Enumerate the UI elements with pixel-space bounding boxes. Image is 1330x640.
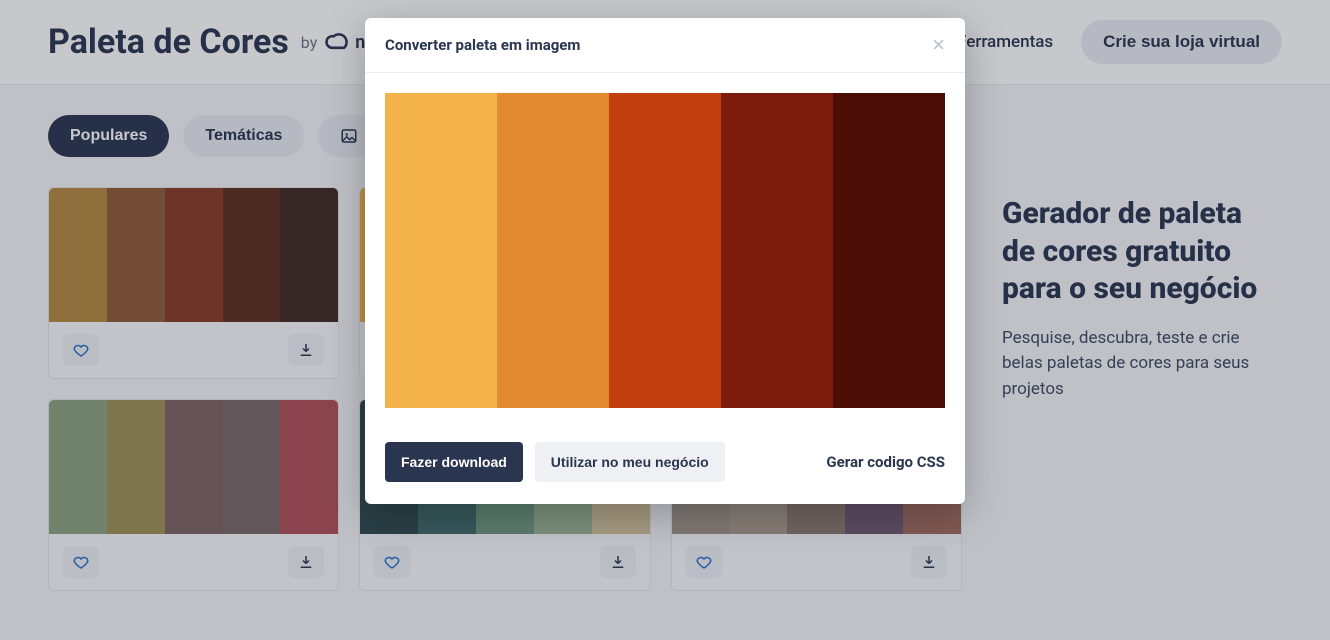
- modal-overlay[interactable]: Converter paleta em imagem × Fazer downl…: [0, 0, 1330, 640]
- modal-palette: [385, 93, 945, 408]
- modal-body: [365, 73, 965, 428]
- modal-close-button[interactable]: ×: [932, 34, 945, 56]
- close-icon: ×: [932, 32, 945, 57]
- generate-css-link[interactable]: Gerar codigo CSS: [826, 453, 945, 471]
- modal-swatch: [497, 93, 609, 408]
- modal-swatch: [609, 93, 721, 408]
- modal-swatch: [833, 93, 945, 408]
- modal-swatch: [721, 93, 833, 408]
- modal-header: Converter paleta em imagem ×: [365, 18, 965, 73]
- use-in-business-button[interactable]: Utilizar no meu negócio: [535, 442, 725, 482]
- download-button[interactable]: Fazer download: [385, 442, 523, 482]
- modal-swatch: [385, 93, 497, 408]
- modal: Converter paleta em imagem × Fazer downl…: [365, 18, 965, 504]
- modal-footer: Fazer download Utilizar no meu negócio G…: [365, 428, 965, 504]
- modal-title: Converter paleta em imagem: [385, 36, 580, 54]
